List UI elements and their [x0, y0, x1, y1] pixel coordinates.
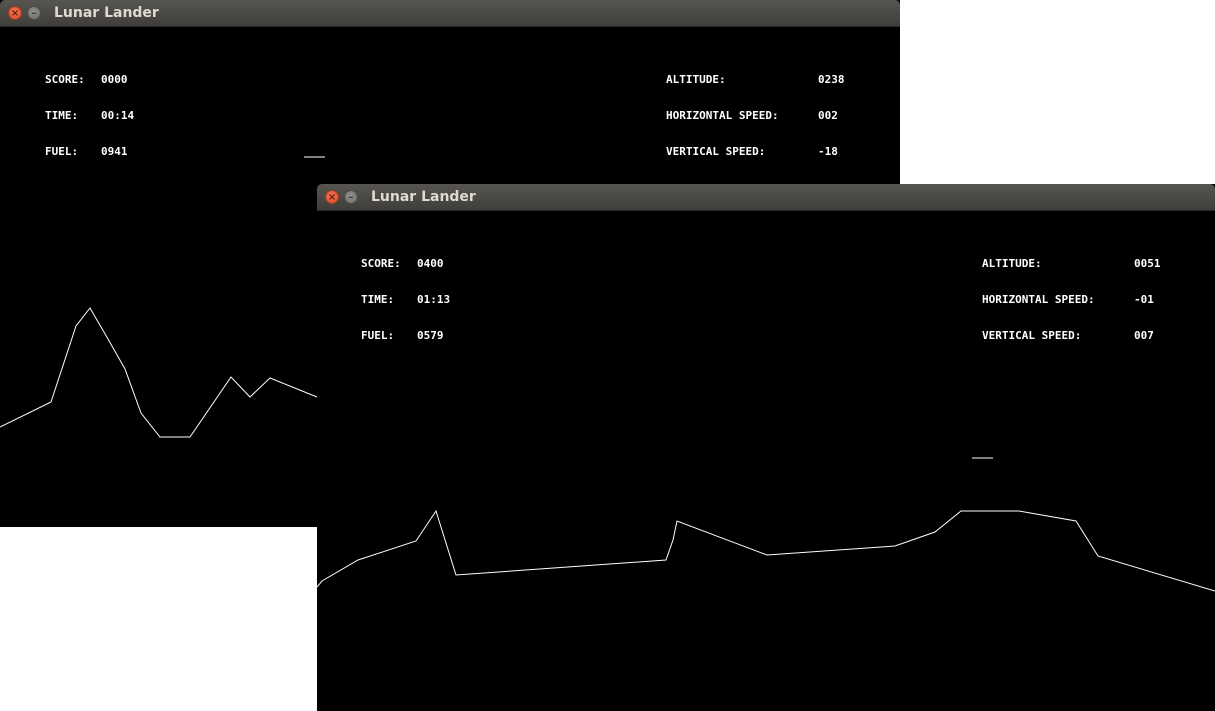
- terrain: [0, 307, 318, 438]
- minimize-icon[interactable]: –: [27, 6, 41, 20]
- terrain: [317, 509, 1215, 592]
- game-canvas[interactable]: [317, 211, 1215, 711]
- window-title: Lunar Lander: [54, 5, 159, 21]
- minimize-icon[interactable]: –: [344, 190, 358, 204]
- window-title: Lunar Lander: [371, 189, 476, 205]
- close-icon[interactable]: ×: [325, 190, 339, 204]
- window-titlebar[interactable]: × – Lunar Lander: [0, 0, 900, 27]
- window-titlebar[interactable]: × – Lunar Lander: [317, 184, 1215, 211]
- close-icon[interactable]: ×: [8, 6, 22, 20]
- game-window-2[interactable]: × – Lunar Lander SCORE: 0400 TIME: 01:13 F…: [317, 184, 1215, 711]
